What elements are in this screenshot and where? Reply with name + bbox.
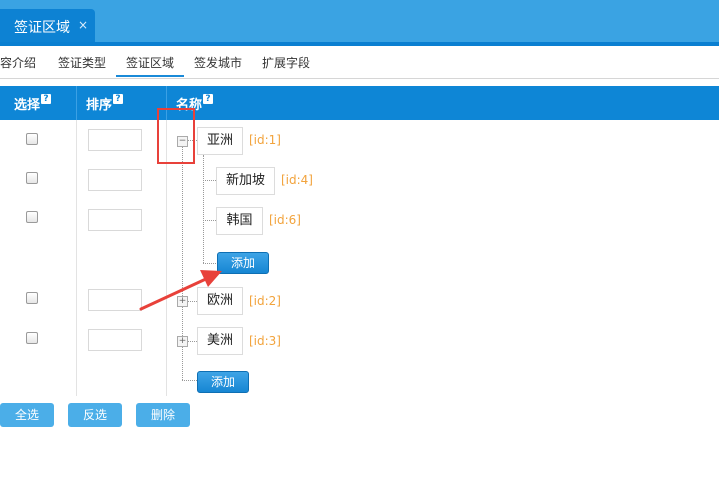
annotation-arrow (139, 270, 222, 311)
